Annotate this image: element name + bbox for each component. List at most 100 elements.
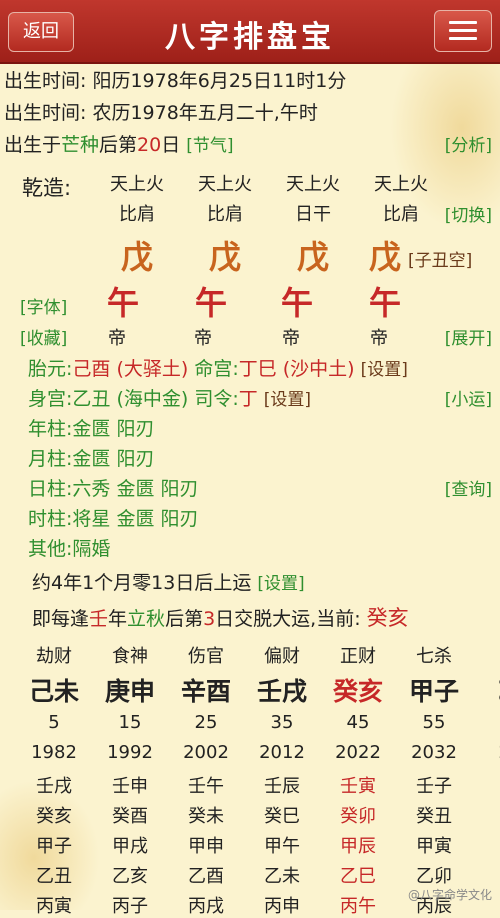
liunian-cell[interactable]: 癸亥 [16,802,92,828]
menu-icon-bar [449,37,477,40]
yuezhu-label: 月柱: [28,448,73,470]
dayun-year-cell: 2002 [183,742,229,763]
set-button[interactable]: [设置] [361,360,408,380]
dayun-age-cell: 25 [194,712,218,733]
liunian-cell[interactable]: 甲子 [16,832,92,858]
liunian-cell[interactable]: 甲午 [244,832,320,858]
liunian-cell[interactable]: 乙未 [244,862,320,888]
liunian-cell[interactable]: 癸卯 [320,802,396,828]
liunian-cell[interactable]: 壬午 [168,772,244,798]
kongwang-label[interactable]: [子丑空] [408,246,472,271]
dayun-age-cell: 55 [422,712,446,733]
liunian-cell[interactable]: 甲辰 [320,832,396,858]
heavenly-stem: 戊 [296,238,329,276]
dishi-cell: 帝 [370,328,388,349]
dayun-year-cell: 20 [472,742,500,763]
liunian-cell[interactable]: 壬寅 [320,772,396,798]
liunian-cell[interactable]: 甲戌 [92,832,168,858]
liunian-cell[interactable]: 癸酉 [92,802,168,828]
nianzhu-row: 年柱:金匮 阳刃 [28,414,154,441]
rizhu-row: 日柱:六秀 金匮 阳刃 [28,474,199,501]
query-button[interactable]: [查询] [445,475,492,500]
qita-label: 其他: [28,538,73,560]
yuezhu-row: 月柱:金匮 阳刃 [28,444,154,471]
dayun-shishen-cell: 正 [472,642,500,668]
taiyuan-label: 胎元: [28,358,73,380]
liunian-cell[interactable]: 壬申 [92,772,168,798]
liunian-cell[interactable]: 丙午 [320,892,396,918]
menu-button[interactable] [434,10,492,52]
dayun-ganzhi-cell[interactable]: 甲子 [396,672,472,708]
liunian-cell[interactable]: 乙 [472,862,500,888]
rule-prefix: 即每逢 [32,608,90,630]
dayun-start: 约4年1个月零13日后上运 [设置] [32,568,305,595]
menu-icon-bar [449,21,477,24]
liunian-cell[interactable]: 乙酉 [168,862,244,888]
switch-button[interactable]: [切换] [445,201,492,226]
rule-day: 3 [203,608,216,630]
lunar-birth-time: 出生时间: 农历1978年五月二十,午时 [4,102,318,124]
dayun-ganzhi-cell[interactable]: 乙 [472,672,500,708]
nianzhu-value: 金匮 阳刃 [72,418,155,440]
taiyuan-value: 己酉 (大驿土) [72,358,189,380]
liunian-cell[interactable]: 甲寅 [396,832,472,858]
dayun-ganzhi-cell[interactable]: 癸亥 [320,672,396,708]
dayun-year-cell: 2012 [259,742,305,763]
dayun-set-button[interactable]: [设置] [257,574,304,594]
liunian-cell[interactable]: 壬子 [396,772,472,798]
dayun-year-cell: 1982 [31,742,77,763]
rizhu-label: 日柱: [28,478,73,500]
dayun-ganzhi-cell[interactable]: 己未 [16,672,92,708]
font-button[interactable]: [字体] [20,293,67,318]
liunian-cell[interactable]: 癸巳 [244,802,320,828]
dayun-ganzhi-cell[interactable]: 壬戌 [244,672,320,708]
liunian-cell[interactable]: 丙申 [244,892,320,918]
nianzhu-label: 年柱: [28,418,73,440]
expand-button[interactable]: [展开] [445,324,492,349]
dayun-age-cell: 45 [346,712,370,733]
app-title: 八字排盘宝 [165,20,335,55]
dayun-ganzhi-cell[interactable]: 辛酉 [168,672,244,708]
nayin-cell: 天上火 [198,174,252,195]
dayun-year-cell: 1992 [107,742,153,763]
liunian-cell[interactable]: 癸未 [168,802,244,828]
dayun-ganzhi-cell[interactable]: 庚申 [92,672,168,708]
earthly-branch: 午 [368,284,401,322]
liunian-cell[interactable]: 乙亥 [92,862,168,888]
shishen-cell: 日干 [295,204,331,225]
xiaoyun-button[interactable]: [小运] [445,385,492,410]
analysis-button[interactable]: [分析] [445,131,492,156]
rule-mid1: 年 [108,608,128,630]
liunian-cell[interactable]: 甲申 [168,832,244,858]
liunian-cell[interactable]: 壬 [472,772,500,798]
dayun-age-cell: 35 [270,712,294,733]
dayun-shishen-cell: 七杀 [416,646,452,667]
dayun-shishen-cell: 偏财 [264,646,300,667]
born-days: 20 [137,134,162,156]
liunian-cell[interactable]: 乙卯 [396,862,472,888]
minggong-value: 丁巳 (沙中土) [238,358,355,380]
taiyuan-row: 胎元:己酉 (大驿土) 命宫:丁巳 (沙中土) [设置] [28,354,408,381]
liunian-cell[interactable]: 癸丑 [396,802,472,828]
set-button[interactable]: [设置] [264,390,311,410]
jieqi-button[interactable]: [节气] [186,136,233,156]
solar-birth-time: 出生时间: 阳历1978年6月25日11时1分 [4,70,347,92]
dayun-shishen-cell: 伤官 [188,646,224,667]
liunian-cell[interactable]: 癸 [472,802,500,828]
liunian-cell[interactable]: 壬辰 [244,772,320,798]
favorite-button[interactable]: [收藏] [20,324,67,349]
dishi-cell: 帝 [108,328,126,349]
liunian-cell[interactable]: 壬戌 [16,772,92,798]
shengong-row: 身宫:乙丑 (海中金) 司令:丁 [设置] [28,384,311,411]
liunian-cell[interactable]: 丙戌 [168,892,244,918]
shengong-value: 乙丑 (海中金) [72,388,189,410]
liunian-cell[interactable]: 丙子 [92,892,168,918]
nayin-cell: 天上火 [110,174,164,195]
dayun-start-text: 约4年1个月零13日后上运 [32,572,252,594]
liunian-cell[interactable]: 乙巳 [320,862,396,888]
dayun-age-cell: 15 [118,712,142,733]
liunian-cell[interactable]: 丙寅 [16,892,92,918]
liunian-cell[interactable]: 乙丑 [16,862,92,888]
qita-row: 其他:隔婚 [28,534,110,561]
liunian-cell[interactable]: 甲 [472,832,500,858]
